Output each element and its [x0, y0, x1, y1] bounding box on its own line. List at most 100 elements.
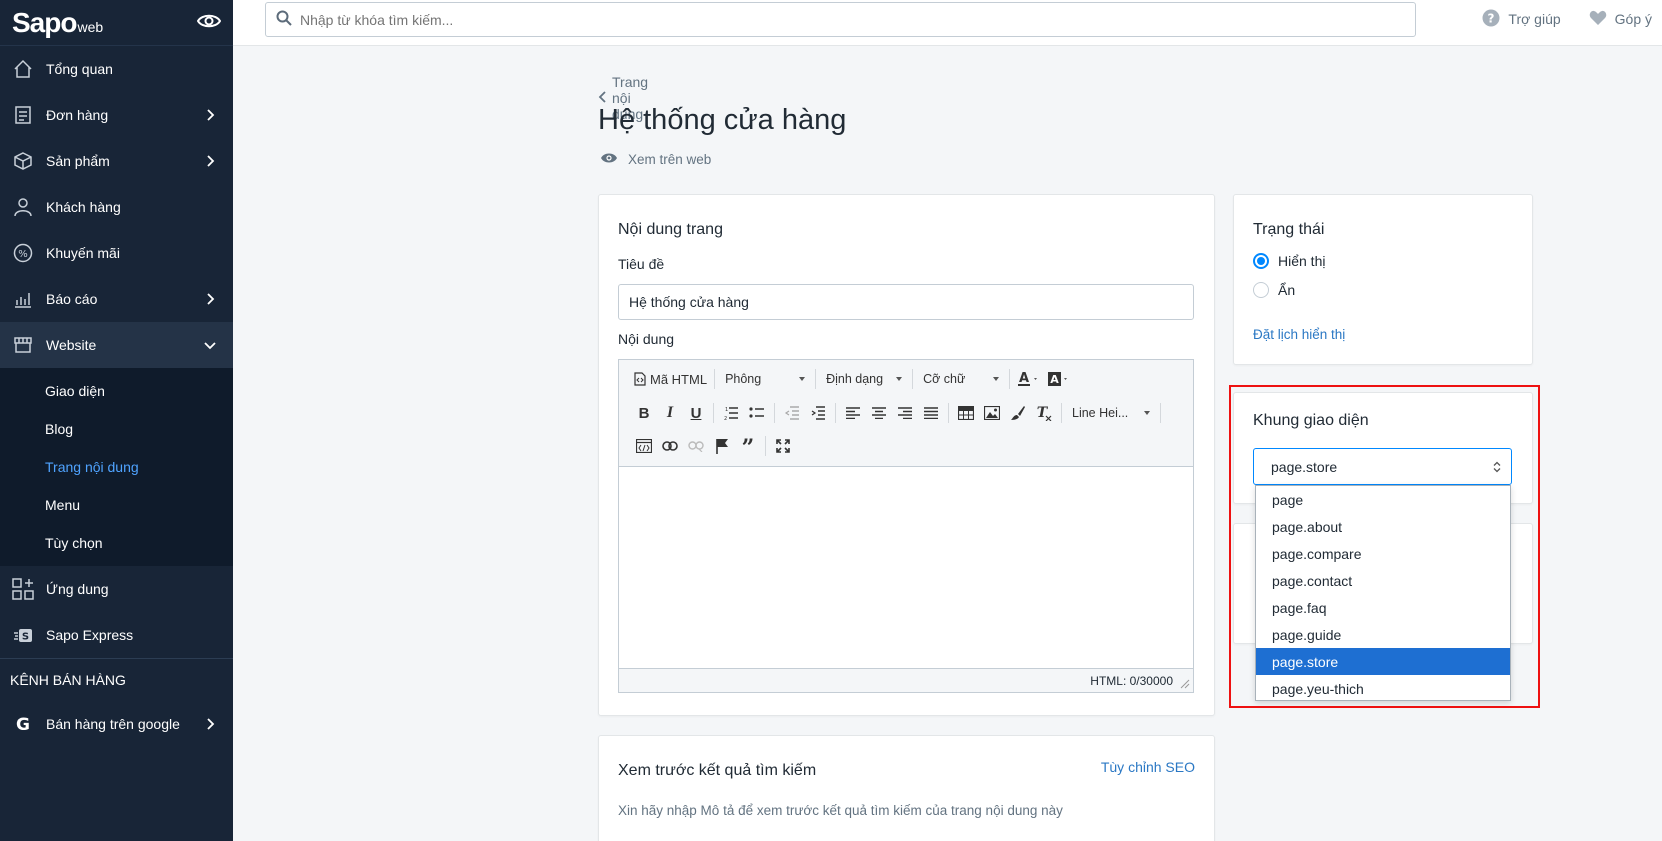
home-icon — [12, 58, 34, 80]
format-dropdown[interactable]: Định dạng — [820, 372, 908, 386]
schedule-visibility-link[interactable]: Đặt lịch hiển thị — [1253, 327, 1345, 342]
radio-checked[interactable] — [1253, 253, 1269, 269]
justify-button[interactable] — [918, 400, 944, 426]
svg-text:T: T — [1037, 405, 1049, 421]
sidebar-subitem-themes[interactable]: Giao diện — [0, 372, 233, 410]
sidebar-subitem-pages[interactable]: Trang nội dung — [0, 448, 233, 486]
title-input[interactable]: Hệ thống cửa hàng — [618, 284, 1194, 320]
align-left-button[interactable] — [840, 400, 866, 426]
help-label: Trợ giúp — [1508, 11, 1561, 27]
eye-icon[interactable] — [196, 12, 222, 33]
feedback-link[interactable]: Góp ý — [1589, 10, 1652, 29]
toolbar-separator — [765, 436, 766, 456]
sidebar-item-reports[interactable]: Báo cáo — [0, 276, 233, 322]
sidebar-item-google[interactable]: G Bán hàng trên google — [0, 701, 233, 747]
editor-statusbar: HTML: 0/30000 — [619, 668, 1193, 692]
clear-format-button[interactable]: T — [1031, 400, 1057, 426]
align-center-button[interactable] — [866, 400, 892, 426]
unlink-button[interactable] — [683, 433, 709, 459]
ordered-list-button[interactable]: 12 — [718, 400, 744, 426]
blockquote-button[interactable]: ” — [735, 433, 761, 459]
unordered-list-button[interactable] — [744, 400, 770, 426]
link-icon — [662, 441, 678, 451]
html-source-button[interactable]: Mã HTML — [631, 366, 710, 392]
chevron-right-icon — [207, 155, 215, 167]
highlight-box — [1229, 385, 1540, 708]
sidebar-item-label: Sản phẩm — [46, 153, 110, 169]
orders-icon — [12, 104, 34, 126]
insert-link-button[interactable] — [657, 433, 683, 459]
status-visible-option[interactable]: Hiển thị — [1253, 253, 1325, 269]
sidebar-item-website[interactable]: Website — [0, 322, 233, 368]
italic-button[interactable]: I — [657, 400, 683, 426]
sidebar-item-apps[interactable]: Ứng dung — [0, 566, 233, 612]
outdent-icon — [784, 406, 799, 420]
font-dropdown[interactable]: Phông — [719, 372, 811, 386]
unlink-icon — [688, 441, 704, 452]
embed-code-button[interactable] — [631, 433, 657, 459]
search-input[interactable] — [300, 11, 1350, 28]
status-hidden-option[interactable]: Ẩn — [1253, 282, 1295, 298]
format-painter-button[interactable] — [1005, 400, 1031, 426]
radio-unchecked[interactable] — [1253, 282, 1269, 298]
help-link[interactable]: ? Trợ giúp — [1482, 9, 1561, 30]
heart-icon — [1589, 10, 1607, 29]
svg-text:A: A — [1050, 373, 1059, 386]
sidebar-item-overview[interactable]: Tổng quan — [0, 46, 233, 92]
sidebar-item-orders[interactable]: Đơn hàng — [0, 92, 233, 138]
text-color-icon: A — [1018, 371, 1038, 386]
anchor-button[interactable] — [709, 433, 735, 459]
bullet-list-icon — [749, 407, 764, 418]
sidebar-subitem-menu[interactable]: Menu — [0, 486, 233, 524]
fullscreen-button[interactable] — [770, 433, 796, 459]
bold-button[interactable]: B — [631, 400, 657, 426]
help-icon: ? — [1482, 9, 1500, 30]
search-bar[interactable] — [265, 2, 1416, 37]
caret-down-icon — [896, 377, 903, 381]
seo-description: Xin hãy nhập Mô tả để xem trước kết quả … — [618, 803, 1063, 818]
table-icon — [958, 406, 974, 420]
sidebar-item-customers[interactable]: Khách hàng — [0, 184, 233, 230]
toolbar-separator — [1061, 403, 1062, 423]
title-label: Tiêu đề — [618, 256, 665, 272]
caret-down-icon — [799, 377, 806, 381]
align-right-button[interactable] — [892, 400, 918, 426]
text-color-button[interactable]: A — [1014, 366, 1044, 392]
ordered-list-icon: 12 — [724, 407, 738, 420]
sidebar-item-label: Đơn hàng — [46, 107, 109, 123]
indent-button[interactable] — [805, 400, 831, 426]
sapo-logo[interactable]: Sapoweb — [12, 7, 103, 39]
fullscreen-icon — [776, 439, 790, 453]
resize-handle-icon[interactable] — [1180, 679, 1190, 689]
sidebar-header: Sapoweb — [0, 0, 233, 46]
editor-content-area[interactable] — [619, 468, 1193, 668]
radio-label: Hiển thị — [1278, 253, 1326, 269]
image-icon — [984, 406, 1000, 420]
sidebar-item-products[interactable]: Sản phẩm — [0, 138, 233, 184]
toolbar-row-3: ” — [619, 430, 796, 462]
underline-button[interactable]: U — [683, 400, 709, 426]
sidebar-item-promotions[interactable]: % Khuyến mãi — [0, 230, 233, 276]
sidebar-subitem-blog[interactable]: Blog — [0, 410, 233, 448]
line-height-dropdown[interactable]: Line Hei... — [1066, 406, 1156, 420]
svg-text:G: G — [16, 715, 30, 734]
search-icon — [276, 10, 292, 29]
toolbar-separator — [815, 369, 817, 389]
view-on-web-link[interactable]: Xem trên web — [600, 152, 711, 167]
card-title: Xem trước kết quả tìm kiếm — [618, 762, 817, 779]
toolbar-separator — [774, 403, 775, 423]
line-height-dropdown-label: Line Hei... — [1072, 406, 1129, 420]
sidebar-item-sapo-express[interactable]: S Sapo Express — [0, 612, 233, 658]
insert-table-button[interactable] — [953, 400, 979, 426]
toolbar-separator — [835, 403, 836, 423]
percent-icon: % — [12, 242, 34, 264]
sidebar-subitem-options[interactable]: Tùy chọn — [0, 524, 233, 562]
toolbar-separator — [1009, 369, 1011, 389]
outdent-button[interactable] — [779, 400, 805, 426]
insert-image-button[interactable] — [979, 400, 1005, 426]
customize-seo-link[interactable]: Tùy chỉnh SEO — [1101, 759, 1195, 775]
clear-format-icon: T — [1037, 405, 1052, 421]
caret-down-icon — [993, 377, 1000, 381]
background-color-button[interactable]: A — [1044, 366, 1074, 392]
font-size-dropdown[interactable]: Cỡ chữ — [917, 372, 1005, 386]
